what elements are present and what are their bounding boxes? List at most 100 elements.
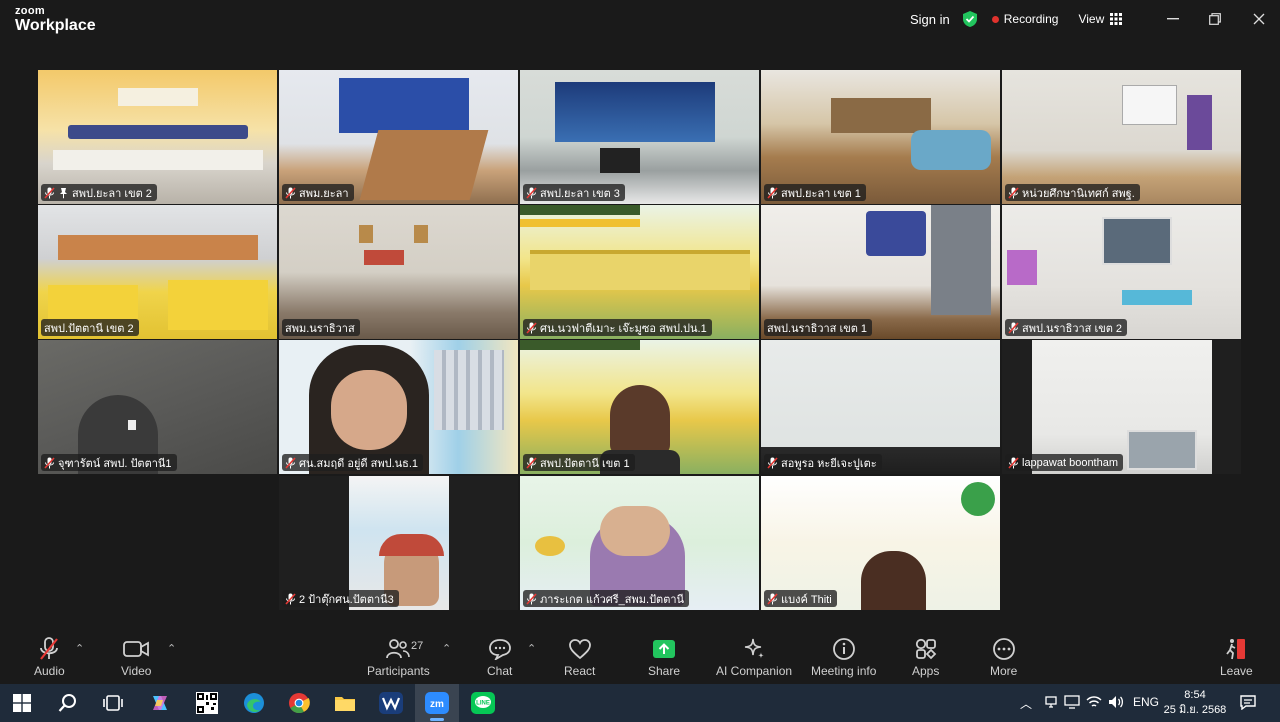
chat-options-chevron-icon[interactable]: ⌃ xyxy=(527,642,536,655)
video-tile[interactable]: 2 ป้าตุ๊กศน.ปัตตานี3 xyxy=(279,476,518,610)
participant-nametag: สพป.ปัตตานี เขต 1 xyxy=(523,454,635,471)
file-explorer-icon[interactable] xyxy=(330,688,360,718)
task-view-icon[interactable] xyxy=(98,688,128,718)
muted-mic-icon xyxy=(526,592,537,605)
windows-start-icon[interactable] xyxy=(7,688,37,718)
participants-label: Participants xyxy=(367,664,430,678)
participant-nametag: สพป.ยะลา เขต 3 xyxy=(523,184,625,201)
participant-name: สพป.นราธิวาส เขต 1 xyxy=(767,322,868,335)
notifications-icon[interactable] xyxy=(1240,694,1256,713)
participant-name: 2 ป้าตุ๊กศน.ปัตตานี3 xyxy=(299,593,394,606)
share-button[interactable]: Share xyxy=(648,636,680,678)
participant-nametag: สพป.ยะลา เขต 1 xyxy=(764,184,866,201)
video-tile[interactable]: ศน.นวฟาตีเมาะ เจ๊ะมูซอ สพป.ปน.1 xyxy=(520,205,759,339)
participant-nametag: ภาระเกต แก้วศรี_สพม.ปัตตานี xyxy=(523,590,690,607)
muted-mic-icon xyxy=(767,592,778,605)
video-tile[interactable]: ศน.สมฤดี อยู่ดี สพป.นธ.1 xyxy=(279,340,518,474)
chat-button[interactable]: Chat xyxy=(487,636,512,678)
windows-taskbar: zm LINE ︿ ENG 8:54 25 มิ.ย. 2568 xyxy=(0,684,1280,722)
apps-button[interactable]: Apps xyxy=(912,636,939,678)
muted-mic-icon xyxy=(526,186,537,199)
react-button[interactable]: React xyxy=(564,636,595,678)
participant-name: สพป.ปัตตานี เขต 2 xyxy=(44,322,134,335)
meeting-info-button[interactable]: Meeting info xyxy=(811,636,876,678)
participant-name: สพม.ยะลา xyxy=(299,187,349,200)
video-tile[interactable]: แบงค์ Thiti xyxy=(761,476,1000,610)
participant-nametag: สพป.นราธิวาส เขต 1 xyxy=(764,319,873,336)
muted-mic-icon xyxy=(38,636,60,662)
video-button[interactable]: Video xyxy=(121,636,151,678)
video-tile[interactable]: สพป.นราธิวาส เขต 1 xyxy=(761,205,1000,339)
speaker-volume-icon[interactable] xyxy=(1108,695,1124,712)
participant-nametag: ศน.นวฟาตีเมาะ เจ๊ะมูซอ สพป.ปน.1 xyxy=(523,319,712,336)
line-app-icon[interactable]: LINE xyxy=(468,688,498,718)
participant-name: สอพูรอ หะยีเจะปูเตะ xyxy=(781,457,877,470)
video-tile[interactable]: สพม.นราธิวาส xyxy=(279,205,518,339)
ai-companion-button[interactable]: AI Companion xyxy=(716,636,792,678)
participant-nametag: สพป.ยะลา เขต 2 xyxy=(41,184,157,201)
webex-app-icon[interactable] xyxy=(376,688,406,718)
participant-nametag: ศน.สมฤดี อยู่ดี สพป.นธ.1 xyxy=(282,454,424,471)
participant-name: จุฑารัตน์ สพป. ปัตตานี1 xyxy=(58,457,172,470)
muted-mic-icon xyxy=(44,186,55,199)
leave-button[interactable]: Leave xyxy=(1220,636,1253,678)
participants-icon xyxy=(386,636,411,662)
edge-browser-icon[interactable] xyxy=(239,688,269,718)
chat-label: Chat xyxy=(487,664,513,678)
display-icon[interactable] xyxy=(1064,695,1080,712)
zoom-app-icon[interactable]: zm xyxy=(422,688,452,718)
network-device-icon[interactable] xyxy=(1044,695,1058,712)
clock-time: 8:54 xyxy=(1184,689,1206,701)
video-tile[interactable]: สพม.ยะลา xyxy=(279,70,518,204)
participants-options-chevron-icon[interactable]: ⌃ xyxy=(442,642,451,655)
input-language-indicator[interactable]: ENG xyxy=(1133,695,1159,709)
meeting-info-label: Meeting info xyxy=(811,664,877,678)
muted-mic-icon xyxy=(44,456,55,469)
muted-mic-icon xyxy=(767,456,778,469)
search-icon[interactable] xyxy=(53,688,83,718)
participant-nametag: สพม.นราธิวาส xyxy=(282,319,360,336)
video-tile[interactable]: สพป.ปัตตานี เขต 1 xyxy=(520,340,759,474)
participant-name: สพป.ยะลา เขต 2 xyxy=(72,187,152,200)
show-hidden-icons-chevron-icon[interactable]: ︿ xyxy=(1020,695,1032,712)
video-tile[interactable]: สพป.ยะลา เขต 3 xyxy=(520,70,759,204)
audio-button[interactable]: Audio xyxy=(34,636,65,678)
participant-name: สพป.ปัตตานี เขต 1 xyxy=(540,457,630,470)
video-tile[interactable]: หน่วยศึกษานิเทศก์ สพฐ. xyxy=(1002,70,1241,204)
participant-name: หน่วยศึกษานิเทศก์ สพฐ. xyxy=(1022,187,1135,200)
participant-name: สพป.ยะลา เขต 3 xyxy=(540,187,620,200)
share-label: Share xyxy=(648,664,681,678)
video-tile[interactable]: ภาระเกต แก้วศรี_สพม.ปัตตานี xyxy=(520,476,759,610)
more-button[interactable]: More xyxy=(990,636,1017,678)
audio-options-chevron-icon[interactable]: ⌃ xyxy=(75,642,84,655)
video-tile[interactable]: สอพูรอ หะยีเจะปูเตะ xyxy=(761,340,1000,474)
video-tile[interactable]: lappawat boontham xyxy=(1002,340,1241,474)
participant-name: lappawat boontham xyxy=(1022,456,1119,469)
copilot-icon[interactable] xyxy=(145,688,175,718)
participant-nametag: สพป.นราธิวาส เขต 2 xyxy=(1005,319,1128,336)
muted-mic-icon xyxy=(285,592,296,605)
sparkle-icon xyxy=(742,636,766,662)
video-tile[interactable]: สพป.ยะลา เขต 2 xyxy=(38,70,277,204)
react-label: React xyxy=(564,664,596,678)
video-tile[interactable]: สพป.นราธิวาส เขต 2 xyxy=(1002,205,1241,339)
participant-name: ศน.สมฤดี อยู่ดี สพป.นธ.1 xyxy=(299,457,419,470)
video-options-chevron-icon[interactable]: ⌃ xyxy=(167,642,176,655)
video-label: Video xyxy=(121,664,152,678)
zoom-active-indicator xyxy=(430,718,444,721)
apps-icon xyxy=(914,636,938,662)
leave-door-icon xyxy=(1224,636,1248,662)
system-clock[interactable]: 8:54 25 มิ.ย. 2568 xyxy=(1162,688,1228,718)
participant-nametag: จุฑารัตน์ สพป. ปัตตานี1 xyxy=(41,454,177,471)
qr-code-app-icon[interactable] xyxy=(192,688,222,718)
participants-count: 27 xyxy=(411,640,424,652)
participant-nametag: หน่วยศึกษานิเทศก์ สพฐ. xyxy=(1005,184,1140,201)
chrome-browser-icon[interactable] xyxy=(284,688,314,718)
participant-name: สพป.นราธิวาส เขต 2 xyxy=(1022,322,1123,335)
wifi-icon[interactable] xyxy=(1086,695,1102,712)
video-camera-icon xyxy=(123,636,150,662)
video-tile[interactable]: สพป.ยะลา เขต 1 xyxy=(761,70,1000,204)
video-tile[interactable]: จุฑารัตน์ สพป. ปัตตานี1 xyxy=(38,340,277,474)
video-tile-active-speaker[interactable]: สพป.ปัตตานี เขต 2 xyxy=(38,205,277,339)
svg-text:LINE: LINE xyxy=(476,701,490,707)
